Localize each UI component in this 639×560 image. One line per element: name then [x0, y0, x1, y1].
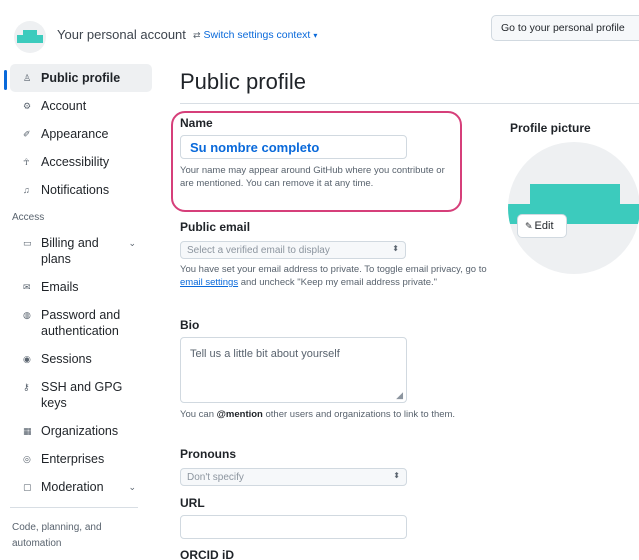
- person-icon: ♙: [23, 73, 32, 83]
- sidebar-item-label: Password and authentication: [41, 308, 121, 338]
- sidebar-heading-access: Access: [12, 212, 45, 223]
- select-arrows-icon: ⬍: [392, 244, 399, 253]
- select-arrows-icon: ⬍: [393, 471, 400, 480]
- name-highlight-outline: [171, 111, 462, 212]
- page-title: Public profile: [180, 69, 306, 94]
- public-email-label: Public email: [180, 220, 251, 234]
- public-email-select[interactable]: Select a verified email to display ⬍: [180, 241, 406, 259]
- sidebar-item-label: Moderation: [41, 480, 104, 494]
- title-divider: [180, 103, 639, 104]
- organization-icon: ▦: [23, 426, 32, 436]
- shield-lock-icon: ◍: [23, 310, 31, 320]
- go-to-personal-profile-button[interactable]: Go to your personal profile: [491, 15, 639, 41]
- public-email-help-text: You have set your email address to priva…: [180, 263, 490, 289]
- pencil-icon: ✎: [525, 221, 533, 231]
- arrow-switch-icon: ⇄: [193, 30, 201, 40]
- resize-grip-icon[interactable]: ◢: [396, 390, 403, 401]
- pronouns-select[interactable]: Don't specify ⬍: [180, 468, 407, 486]
- sidebar-heading-code-planning: Code, planning, and automation: [10, 507, 138, 558]
- url-label: URL: [180, 496, 205, 510]
- sidebar-item-ssh-gpg[interactable]: ⚷ SSH and GPG keys: [10, 373, 152, 417]
- sidebar-item-label: Public profile: [41, 71, 121, 85]
- gear-icon: ⚙: [23, 101, 32, 111]
- bio-help-text: You can @mention other users and organiz…: [180, 408, 490, 421]
- key-icon: ⚷: [23, 382, 30, 392]
- account-avatar: [14, 21, 46, 53]
- paintbrush-icon: ✐: [23, 129, 31, 139]
- accessibility-icon: ☥: [23, 157, 30, 167]
- sidebar-item-label: Appearance: [41, 127, 109, 141]
- credit-card-icon: ▭: [23, 238, 32, 248]
- profile-picture-label: Profile picture: [510, 121, 591, 135]
- name-label: Name: [180, 116, 213, 130]
- public-email-select-value: Select a verified email to display: [187, 245, 330, 256]
- sidebar-item-moderation[interactable]: ▢ Moderation ⌄: [10, 473, 152, 501]
- sidebar-item-appearance[interactable]: ✐ Appearance: [10, 120, 152, 148]
- public-email-help-part: and uncheck "Keep my email address priva…: [238, 277, 438, 288]
- sidebar-item-billing[interactable]: ▭ Billing and plans ⌄: [10, 229, 152, 273]
- edit-label: Edit: [534, 220, 554, 232]
- sidebar-item-notifications[interactable]: ♫ Notifications: [10, 176, 152, 204]
- bio-help-part: other users and organizations to link to…: [262, 409, 456, 420]
- sidebar-item-label: Billing and plans: [41, 236, 99, 266]
- chevron-down-icon: ⌄: [128, 238, 136, 248]
- sidebar-item-label: Notifications: [41, 183, 110, 197]
- pronouns-label: Pronouns: [180, 447, 236, 461]
- sidebar-item-enterprises[interactable]: ◎ Enterprises: [10, 445, 152, 473]
- chevron-down-icon: ⌄: [128, 482, 136, 492]
- email-settings-link[interactable]: email settings: [180, 277, 238, 288]
- bell-icon: ♫: [23, 185, 30, 195]
- sidebar-item-account[interactable]: ⚙ Account: [10, 92, 152, 120]
- report-icon: ▢: [23, 482, 32, 492]
- sidebar-item-password[interactable]: ◍ Password and authentication: [10, 301, 152, 345]
- sidebar-item-label: Emails: [41, 280, 79, 294]
- globe-icon: ◎: [23, 454, 31, 464]
- switch-context-label: Switch settings context: [203, 29, 311, 41]
- public-email-help-part: You have set your email address to priva…: [180, 264, 487, 275]
- broadcast-icon: ◉: [23, 354, 31, 364]
- name-help-text: Your name may appear around GitHub where…: [180, 165, 445, 189]
- sidebar-item-accessibility[interactable]: ☥ Accessibility: [10, 148, 152, 176]
- sidebar-item-label: Account: [41, 99, 87, 113]
- settings-context-label: Your personal account: [57, 27, 186, 42]
- edit-profile-picture-button[interactable]: ✎ Edit: [517, 214, 567, 238]
- sidebar-item-label: Accessibility: [41, 155, 110, 169]
- mail-icon: ✉: [23, 282, 31, 292]
- bio-placeholder: Tell us a little bit about yourself: [190, 348, 340, 360]
- orcid-label: ORCID iD: [180, 548, 234, 560]
- url-input[interactable]: [180, 515, 407, 539]
- sidebar-item-label: Organizations: [41, 424, 119, 438]
- sidebar-item-sessions[interactable]: ◉ Sessions: [10, 345, 152, 373]
- mention-keyword: @mention: [216, 409, 263, 420]
- bio-help-part: You can: [180, 409, 217, 420]
- sidebar-item-label: Enterprises: [41, 452, 105, 466]
- sidebar-item-label: SSH and GPG keys: [41, 380, 123, 410]
- sidebar-item-emails[interactable]: ✉ Emails: [10, 273, 152, 301]
- pronouns-select-value: Don't specify: [187, 472, 244, 483]
- sidebar-item-label: Sessions: [41, 352, 92, 366]
- sidebar-item-organizations[interactable]: ▦ Organizations: [10, 417, 152, 445]
- switch-settings-context-link[interactable]: ⇄ Switch settings context ▾: [193, 29, 317, 41]
- sidebar-item-public-profile[interactable]: ♙ Public profile: [4, 64, 152, 92]
- settings-sidebar: ♙ Public profile ⚙ Account ✐ Appearance …: [4, 64, 152, 558]
- name-input[interactable]: Su nombre completo: [180, 135, 407, 159]
- bio-textarea[interactable]: Tell us a little bit about yourself ◢: [180, 337, 407, 403]
- bio-label: Bio: [180, 318, 200, 332]
- caret-down-icon: ▾: [313, 31, 318, 40]
- profile-picture: [508, 142, 639, 274]
